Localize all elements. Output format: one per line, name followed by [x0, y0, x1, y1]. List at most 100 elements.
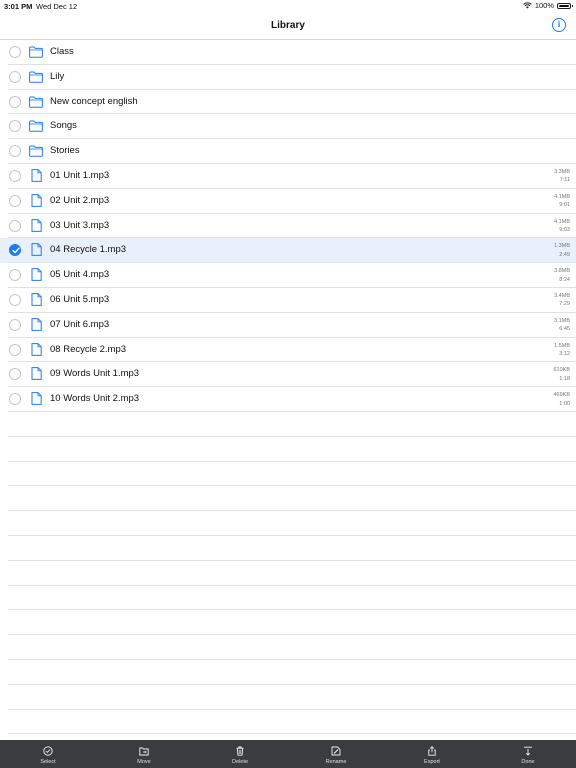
file-duration: 6:45 — [559, 326, 570, 333]
file-duration: 1:00 — [559, 400, 570, 407]
file-size: 1.5MB — [554, 342, 570, 349]
selection-circle-icon[interactable] — [9, 169, 21, 182]
item-name: 05 Unit 4.mp3 — [50, 269, 110, 281]
row-separator — [8, 460, 576, 462]
document-icon — [31, 392, 42, 410]
battery-percent: 100% — [534, 1, 554, 10]
file-row[interactable]: 03 Unit 3.mp3 4.1MB 9:03 — [0, 214, 576, 239]
status-time: 3:01 PM — [4, 2, 33, 11]
file-meta: 3.8MB 8:24 — [554, 267, 570, 284]
file-meta: 4.1MB 9:01 — [554, 193, 570, 210]
folder-row[interactable]: Stories — [0, 139, 576, 164]
checkmark-selected-icon[interactable] — [9, 244, 21, 257]
status-right: 100% — [523, 1, 573, 10]
selection-circle-icon[interactable] — [9, 194, 21, 207]
bottom-toolbar: Select Move Delete Rename Export Done — [0, 740, 576, 768]
file-duration: 2:49 — [559, 251, 570, 258]
toolbar-done-button[interactable]: Done — [480, 740, 576, 768]
selection-circle-icon[interactable] — [9, 70, 21, 83]
folder-icon — [29, 144, 43, 162]
row-separator — [8, 584, 576, 586]
folder-row[interactable]: New concept english — [0, 90, 576, 115]
file-row[interactable]: 05 Unit 4.mp3 3.8MB 8:24 — [0, 263, 576, 288]
folder-row[interactable]: Songs — [0, 114, 576, 139]
selection-circle-icon[interactable] — [9, 318, 21, 331]
file-row[interactable]: 04 Recycle 1.mp3 1.3MB 2:49 — [0, 238, 576, 264]
file-meta: 4.1MB 9:03 — [554, 218, 570, 235]
item-name: 10 Words Unit 2.mp3 — [50, 393, 140, 405]
file-row[interactable]: 01 Unit 1.mp3 3.3MB 7:11 — [0, 164, 576, 189]
row-separator — [8, 435, 576, 437]
file-meta: 1.3MB 2:49 — [554, 242, 570, 259]
toolbar-label: Move — [137, 759, 151, 765]
file-row[interactable]: 02 Unit 2.mp3 4.1MB 9:01 — [0, 189, 576, 214]
file-size: 610KB — [553, 367, 570, 374]
toolbar-label: Export — [424, 759, 440, 765]
folder-icon — [29, 70, 43, 88]
item-name: 02 Unit 2.mp3 — [50, 194, 110, 206]
row-separator — [8, 659, 576, 660]
document-icon — [31, 342, 42, 361]
row-separator — [8, 609, 576, 611]
toolbar-rename-button[interactable]: Rename — [288, 740, 384, 768]
file-size: 3.4MB — [554, 292, 570, 299]
selection-circle-icon[interactable] — [9, 95, 21, 108]
folder-row[interactable]: Lily — [0, 65, 576, 90]
status-bar: 3:01 PM Wed Dec 12 100% — [0, 0, 576, 12]
selection-circle-icon[interactable] — [9, 219, 21, 232]
toolbar-label: Select — [40, 759, 56, 765]
item-name: 09 Words Unit 1.mp3 — [50, 368, 140, 380]
file-size: 3.3MB — [554, 168, 570, 175]
selection-circle-icon[interactable] — [9, 293, 21, 306]
file-meta: 469KB 1:00 — [553, 391, 570, 408]
file-size: 4.1MB — [554, 218, 570, 225]
selection-circle-icon[interactable] — [9, 393, 21, 406]
file-duration: 7:11 — [559, 177, 570, 184]
page-title: Library — [271, 20, 305, 31]
item-name: Lily — [50, 70, 65, 82]
folder-row[interactable]: Class — [0, 40, 576, 65]
file-duration: 8:24 — [559, 276, 570, 283]
row-separator — [8, 683, 576, 685]
folder-icon — [29, 45, 43, 63]
document-icon — [31, 317, 42, 336]
item-name: 01 Unit 1.mp3 — [50, 169, 110, 181]
item-name: New concept english — [50, 95, 138, 107]
item-name: Class — [50, 46, 74, 57]
toolbar-select-button[interactable]: Select — [0, 740, 96, 768]
battery-icon — [557, 2, 573, 9]
file-duration: 7:29 — [559, 301, 570, 308]
toolbar-move-button[interactable]: Move — [96, 740, 192, 768]
document-icon — [31, 218, 42, 237]
selection-circle-icon[interactable] — [9, 343, 21, 356]
selection-circle-icon[interactable] — [9, 120, 21, 133]
file-size: 469KB — [553, 392, 570, 399]
toolbar-label: Delete — [232, 759, 248, 765]
file-duration: 1:18 — [559, 375, 570, 382]
item-name: 07 Unit 6.mp3 — [50, 318, 110, 330]
row-separator — [8, 510, 576, 512]
file-meta: 3.1MB 6:45 — [554, 317, 570, 334]
toolbar-delete-button[interactable]: Delete — [192, 740, 288, 768]
info-icon[interactable]: i — [552, 18, 566, 32]
item-name: 04 Recycle 1.mp3 — [50, 244, 127, 256]
selection-circle-icon[interactable] — [9, 368, 21, 381]
row-separator — [8, 733, 576, 735]
file-duration: 9:03 — [559, 227, 570, 234]
toolbar-label: Rename — [325, 759, 347, 765]
file-row[interactable]: 06 Unit 5.mp3 3.4MB 7:29 — [0, 288, 576, 313]
file-duration: 9:01 — [559, 202, 570, 209]
selection-circle-icon[interactable] — [9, 269, 21, 282]
document-icon — [31, 367, 42, 385]
row-separator — [8, 708, 576, 710]
file-row[interactable]: 10 Words Unit 2.mp3 469KB 1:00 — [0, 387, 576, 412]
item-name: 03 Unit 3.mp3 — [50, 219, 110, 231]
file-row[interactable]: 08 Recycle 2.mp3 1.5MB 3:12 — [0, 338, 576, 363]
row-separator — [8, 485, 576, 487]
file-row[interactable]: 07 Unit 6.mp3 3.1MB 6:45 — [0, 313, 576, 338]
selection-circle-icon[interactable] — [9, 145, 21, 158]
toolbar-export-button[interactable]: Export — [384, 740, 480, 768]
file-size: 1.3MB — [554, 243, 570, 250]
selection-circle-icon[interactable] — [9, 46, 21, 58]
file-row[interactable]: 09 Words Unit 1.mp3 610KB 1:18 — [0, 362, 576, 387]
